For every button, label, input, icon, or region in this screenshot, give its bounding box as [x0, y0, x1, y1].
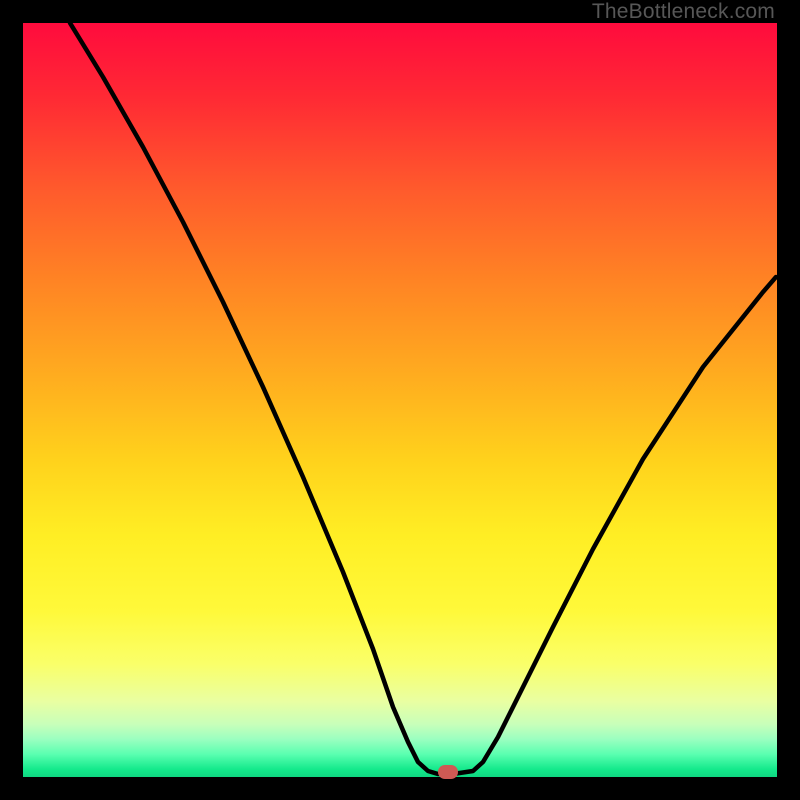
chart-frame: TheBottleneck.com — [0, 0, 800, 800]
bottleneck-curve — [23, 23, 777, 777]
curve-path — [70, 23, 776, 774]
watermark-text: TheBottleneck.com — [592, 0, 775, 24]
chart-plot-area — [23, 23, 777, 777]
optimal-point-marker — [438, 765, 458, 779]
